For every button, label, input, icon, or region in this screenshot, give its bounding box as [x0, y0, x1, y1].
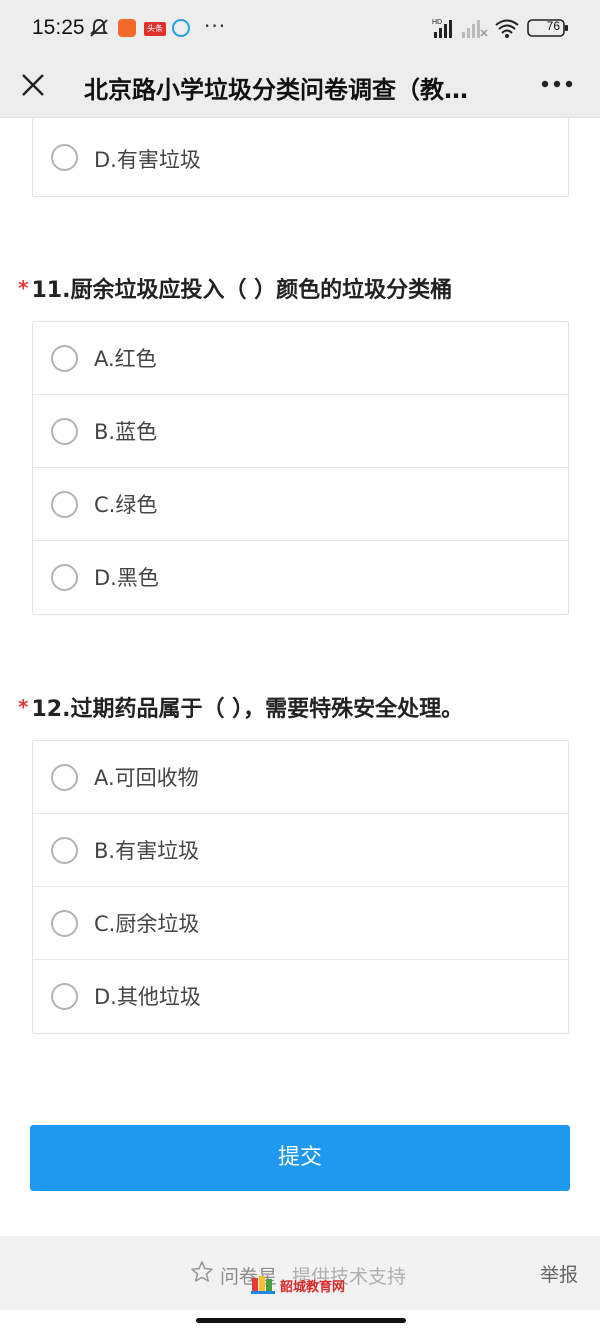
- required-mark: *: [18, 695, 29, 719]
- nav-bar: 北京路小学垃圾分类问卷调查（教…: [0, 56, 600, 118]
- option-item[interactable]: D.其他垃圾: [33, 960, 568, 1033]
- option-label: D.有害垃圾: [94, 148, 201, 172]
- more-options-icon[interactable]: [540, 72, 574, 96]
- option-item[interactable]: C.厨余垃圾: [33, 887, 568, 960]
- radio-button[interactable]: [51, 418, 78, 445]
- radio-button[interactable]: [51, 910, 78, 937]
- radio-button[interactable]: [51, 491, 78, 518]
- required-mark: *: [18, 276, 29, 300]
- radio-button[interactable]: [51, 837, 78, 864]
- option-item[interactable]: A.红色: [33, 322, 568, 395]
- option-label: D.黑色: [94, 566, 159, 590]
- signal-2-icon: [462, 20, 488, 38]
- home-indicator[interactable]: [196, 1318, 406, 1323]
- wifi-icon: [495, 19, 519, 38]
- watermark: 韶城教育网: [250, 1274, 356, 1296]
- page-title: 北京路小学垃圾分类问卷调查（教…: [84, 76, 468, 104]
- news-app-icon: 头条: [144, 22, 166, 36]
- radio-button[interactable]: [51, 144, 78, 171]
- option-item[interactable]: C.绿色: [33, 468, 568, 541]
- books-logo-icon: [251, 1276, 275, 1294]
- option-item[interactable]: D.有害垃圾: [33, 118, 568, 196]
- option-item[interactable]: A.可回收物: [33, 741, 568, 814]
- more-notifications-icon: ···: [204, 14, 227, 38]
- option-label: A.红色: [94, 347, 157, 371]
- radio-button[interactable]: [51, 345, 78, 372]
- option-label: A.可回收物: [94, 766, 199, 790]
- radio-button[interactable]: [51, 564, 78, 591]
- option-item[interactable]: B.蓝色: [33, 395, 568, 468]
- option-label: B.蓝色: [94, 420, 158, 444]
- chat-app-icon: [172, 19, 190, 37]
- star-icon: [191, 1261, 213, 1282]
- report-link[interactable]: 举报: [540, 1260, 578, 1287]
- svg-text:HD: HD: [432, 19, 442, 26]
- question-text: 12.过期药品属于（ ），需要特殊安全处理。: [31, 697, 464, 722]
- watermark-text: 韶城教育网: [280, 1280, 346, 1295]
- option-label: D.其他垃圾: [94, 985, 201, 1009]
- option-item[interactable]: B.有害垃圾: [33, 814, 568, 887]
- question-12-options: A.可回收物 B.有害垃圾 C.厨余垃圾 D.其他垃圾: [32, 740, 569, 1034]
- radio-button[interactable]: [51, 983, 78, 1010]
- question-11-title: * 11.厨余垃圾应投入（ ）颜色的垃圾分类桶: [18, 272, 578, 304]
- footer: 问卷星 提供技术支持 举报 韶城教育网: [0, 1236, 600, 1310]
- question-10-options: D.有害垃圾: [32, 118, 569, 197]
- option-item[interactable]: D.黑色: [33, 541, 568, 614]
- question-text: 11.厨余垃圾应投入（ ）颜色的垃圾分类桶: [31, 278, 453, 303]
- signal-icon: HD: [432, 19, 452, 38]
- status-bar: 15:25 头条 ··· HD 76: [0, 0, 600, 56]
- close-icon[interactable]: [18, 70, 48, 100]
- option-label: C.厨余垃圾: [94, 912, 200, 936]
- question-11-options: A.红色 B.蓝色 C.绿色 D.黑色: [32, 321, 569, 615]
- battery-level: 76: [546, 19, 560, 33]
- radio-button[interactable]: [51, 764, 78, 791]
- app-notification-icon: [118, 19, 136, 37]
- option-label: B.有害垃圾: [94, 839, 200, 863]
- status-time: 15:25: [32, 16, 85, 39]
- mute-bell-icon: [89, 19, 109, 37]
- submit-button[interactable]: 提交: [30, 1125, 570, 1191]
- option-label: C.绿色: [94, 493, 158, 517]
- question-12-title: * 12.过期药品属于（ ），需要特殊安全处理。: [18, 691, 578, 723]
